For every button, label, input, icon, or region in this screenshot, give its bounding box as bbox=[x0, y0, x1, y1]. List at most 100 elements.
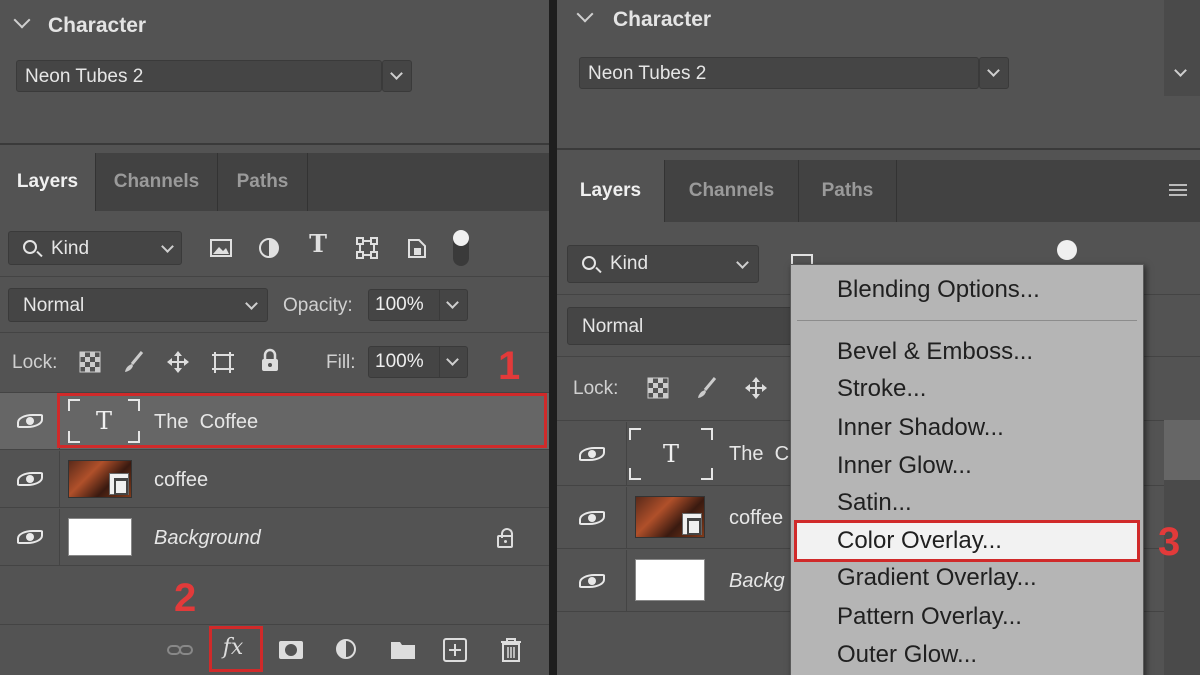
step-1-annotation: 1 bbox=[498, 344, 521, 388]
divider bbox=[0, 332, 549, 333]
coffee-thumbnail bbox=[635, 496, 705, 538]
panel-tabs: Layers Channels Paths bbox=[557, 160, 1200, 222]
character-panel: Character Neon Tubes 2 bbox=[557, 0, 1200, 150]
menu-item-stroke[interactable]: Stroke... bbox=[837, 375, 926, 403]
chevron-down-icon bbox=[446, 353, 459, 366]
menu-item-bevel-emboss[interactable]: Bevel & Emboss... bbox=[837, 338, 1033, 366]
chevron-down-icon bbox=[736, 256, 749, 269]
kind-filter-select[interactable]: Kind bbox=[567, 245, 759, 283]
eye-visibility-icon[interactable] bbox=[579, 511, 605, 525]
eye-visibility-icon[interactable] bbox=[579, 447, 605, 461]
lock-transparent-pixels-icon[interactable] bbox=[646, 376, 672, 400]
divider bbox=[0, 276, 549, 277]
step-2-annotation: 2 bbox=[174, 576, 197, 620]
lock-image-pixels-brush-icon[interactable] bbox=[122, 350, 148, 374]
new-adjustment-layer-icon[interactable] bbox=[334, 637, 360, 663]
menu-item-inner-shadow[interactable]: Inner Shadow... bbox=[837, 414, 1004, 442]
smart-object-badge-icon bbox=[109, 473, 129, 495]
menu-item-gradient-overlay[interactable]: Gradient Overlay... bbox=[837, 564, 1037, 592]
chevron-down-icon bbox=[161, 240, 174, 253]
delete-layer-trash-icon[interactable] bbox=[498, 637, 524, 663]
text-layer-thumbnail: T bbox=[629, 428, 713, 480]
layer-style-context-menu: Blending Options... Bevel & Emboss... St… bbox=[790, 264, 1144, 675]
kind-filter-select[interactable]: Kind bbox=[8, 231, 182, 265]
visibility-column bbox=[557, 550, 627, 611]
lock-position-move-icon[interactable] bbox=[744, 376, 770, 400]
fill-input[interactable]: 100% bbox=[368, 346, 440, 378]
blend-mode-value: Normal bbox=[582, 316, 644, 337]
opacity-label: Opacity: bbox=[283, 295, 353, 316]
menu-item-outer-glow[interactable]: Outer Glow... bbox=[837, 641, 977, 669]
fill-dropdown[interactable] bbox=[440, 346, 468, 378]
lock-label: Lock: bbox=[12, 352, 58, 373]
menu-item-pattern-overlay[interactable]: Pattern Overlay... bbox=[837, 603, 1022, 631]
layer-name: coffee bbox=[729, 507, 784, 529]
font-dropdown-button[interactable] bbox=[382, 60, 412, 92]
selected-layer-highlight bbox=[57, 393, 547, 448]
lock-transparent-pixels-icon[interactable] bbox=[78, 350, 104, 374]
type-filter-icon[interactable]: T bbox=[305, 232, 331, 258]
eye-visibility-icon[interactable] bbox=[579, 574, 605, 588]
character-title: Character bbox=[613, 8, 712, 31]
collapse-chevron-icon[interactable] bbox=[13, 11, 31, 29]
image-filter-icon[interactable] bbox=[208, 237, 234, 261]
lock-image-pixels-brush-icon[interactable] bbox=[695, 376, 721, 400]
eye-visibility-icon[interactable] bbox=[17, 472, 43, 486]
lock-all-icon[interactable] bbox=[258, 348, 284, 372]
menu-item-inner-glow[interactable]: Inner Glow... bbox=[837, 452, 972, 480]
new-group-folder-icon[interactable] bbox=[389, 637, 415, 663]
tab-layers[interactable]: Layers bbox=[557, 160, 665, 222]
opacity-input[interactable]: 100% bbox=[368, 289, 440, 321]
scrollbar-thumb[interactable] bbox=[1164, 420, 1200, 480]
eye-visibility-icon[interactable] bbox=[17, 414, 43, 428]
search-icon bbox=[582, 256, 596, 270]
add-mask-icon[interactable] bbox=[278, 637, 304, 663]
tab-paths[interactable]: Paths bbox=[799, 160, 897, 222]
lock-label: Lock: bbox=[573, 378, 619, 399]
menu-item-blending-options[interactable]: Blending Options... bbox=[837, 276, 1040, 304]
visibility-column bbox=[0, 451, 60, 507]
smart-object-badge-icon bbox=[682, 513, 702, 535]
blend-mode-select[interactable]: Normal bbox=[8, 288, 268, 322]
toggle-knob bbox=[453, 230, 469, 246]
menu-separator bbox=[797, 320, 1137, 321]
tab-layers[interactable]: Layers bbox=[0, 153, 96, 211]
panel-menu-icon[interactable] bbox=[1169, 184, 1187, 196]
menu-item-color-overlay[interactable]: Color Overlay... bbox=[837, 527, 1002, 555]
layer-name: Backg bbox=[729, 570, 785, 592]
layer-lock-icon[interactable] bbox=[497, 528, 513, 548]
layer-row-coffee[interactable]: coffee bbox=[0, 451, 549, 508]
shape-filter-icon[interactable] bbox=[355, 236, 381, 260]
chevron-down-icon bbox=[245, 297, 258, 310]
fill-label: Fill: bbox=[326, 352, 356, 373]
smart-object-filter-icon[interactable] bbox=[405, 236, 431, 260]
blend-mode-select[interactable]: Normal bbox=[567, 307, 807, 345]
filter-toggle-knob[interactable] bbox=[1057, 240, 1077, 260]
lock-artboard-icon[interactable] bbox=[210, 350, 236, 374]
background-thumbnail bbox=[635, 559, 705, 601]
link-layers-icon[interactable] bbox=[166, 637, 193, 663]
font-family-select[interactable]: Neon Tubes 2 bbox=[16, 60, 382, 92]
eye-visibility-icon[interactable] bbox=[17, 530, 43, 544]
chevron-down-icon bbox=[390, 67, 403, 80]
opacity-dropdown[interactable] bbox=[440, 289, 468, 321]
filter-toggle[interactable] bbox=[453, 230, 469, 266]
chevron-down-icon bbox=[1174, 64, 1187, 77]
collapse-chevron-icon[interactable] bbox=[576, 5, 594, 23]
new-layer-icon[interactable] bbox=[442, 637, 468, 663]
lock-position-move-icon[interactable] bbox=[166, 350, 192, 374]
adjustment-filter-icon[interactable] bbox=[257, 236, 283, 260]
tab-channels[interactable]: Channels bbox=[96, 153, 218, 211]
search-icon bbox=[23, 240, 37, 254]
font-dropdown-button[interactable] bbox=[979, 57, 1009, 89]
tab-channels[interactable]: Channels bbox=[665, 160, 799, 222]
character-scrollbar[interactable] bbox=[1164, 0, 1200, 96]
panel-tabs: Layers Channels Paths bbox=[0, 153, 549, 211]
tab-paths[interactable]: Paths bbox=[218, 153, 308, 211]
menu-item-satin[interactable]: Satin... bbox=[837, 489, 912, 517]
font-family-select[interactable]: Neon Tubes 2 bbox=[579, 57, 979, 89]
layer-name: coffee bbox=[154, 469, 209, 491]
visibility-column bbox=[557, 487, 627, 548]
visibility-column bbox=[557, 422, 627, 485]
layer-row-background[interactable]: Background bbox=[0, 509, 549, 566]
